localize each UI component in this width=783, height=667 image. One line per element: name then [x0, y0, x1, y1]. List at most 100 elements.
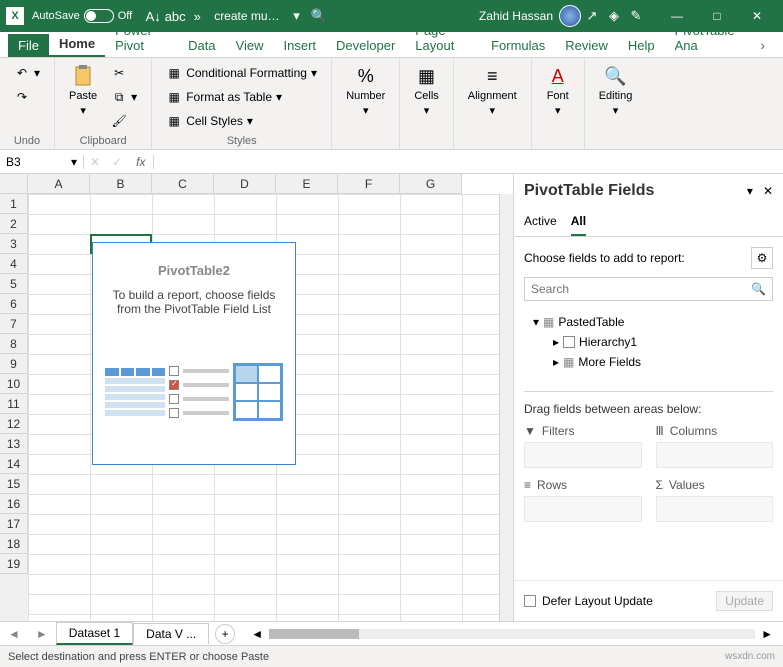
- row-header[interactable]: 19: [0, 554, 28, 574]
- gear-icon[interactable]: ⚙: [751, 247, 773, 269]
- paste-button[interactable]: Paste▾: [65, 62, 101, 119]
- tree-more-fields-node[interactable]: ▸▦More Fields: [525, 352, 772, 372]
- sheet-tab[interactable]: Dataset 1: [56, 622, 133, 645]
- row-header[interactable]: 13: [0, 434, 28, 454]
- tab-data[interactable]: Data: [178, 34, 225, 57]
- row-header[interactable]: 4: [0, 254, 28, 274]
- col-header[interactable]: F: [338, 174, 400, 194]
- row-header[interactable]: 12: [0, 414, 28, 434]
- row-header[interactable]: 7: [0, 314, 28, 334]
- panel-tab-all[interactable]: All: [571, 208, 586, 236]
- name-box[interactable]: B3▾: [0, 155, 84, 169]
- row-header[interactable]: 14: [0, 454, 28, 474]
- row-header[interactable]: 6: [0, 294, 28, 314]
- toggle-icon[interactable]: [84, 9, 114, 23]
- editing-button[interactable]: 🔍Editing▾: [595, 62, 637, 119]
- arrow-icon[interactable]: ↗: [581, 5, 603, 27]
- area-values[interactable]: ΣValues: [656, 478, 774, 522]
- row-header[interactable]: 17: [0, 514, 28, 534]
- row-header[interactable]: 2: [0, 214, 28, 234]
- overflow-icon[interactable]: »: [186, 5, 208, 27]
- document-name[interactable]: create mu…: [208, 9, 285, 23]
- select-all-corner[interactable]: [0, 174, 28, 194]
- col-header[interactable]: G: [400, 174, 462, 194]
- search-icon[interactable]: 🔍: [308, 5, 330, 27]
- diamond-icon[interactable]: ◈: [603, 5, 625, 27]
- row-header[interactable]: 16: [0, 494, 28, 514]
- checkbox[interactable]: [563, 336, 575, 348]
- sheet-nav-next[interactable]: ►: [28, 627, 56, 641]
- vertical-scrollbar[interactable]: [499, 194, 513, 621]
- cells-button[interactable]: ▦Cells▾: [410, 62, 442, 119]
- pivottable-placeholder[interactable]: PivotTable2 To build a report, choose fi…: [92, 242, 296, 465]
- cell-grid[interactable]: PivotTable2 To build a report, choose fi…: [28, 194, 499, 621]
- tree-table-node[interactable]: ▾▦PastedTable: [525, 312, 772, 332]
- cell-styles-button[interactable]: ▦Cell Styles ▾: [162, 110, 321, 132]
- tab-review[interactable]: Review: [555, 34, 618, 57]
- area-rows[interactable]: ≡Rows: [524, 478, 642, 522]
- draw-icon[interactable]: ✎: [625, 5, 647, 27]
- row-header[interactable]: 15: [0, 474, 28, 494]
- cut-button[interactable]: ✂: [107, 62, 141, 84]
- font-button[interactable]: AFont▾: [542, 62, 574, 119]
- sheet-nav-prev[interactable]: ◄: [0, 627, 28, 641]
- user-account[interactable]: Zahid Hassan: [479, 5, 581, 27]
- tab-help[interactable]: Help: [618, 34, 665, 57]
- format-as-table-button[interactable]: ▦Format as Table ▾: [162, 86, 321, 108]
- row-header[interactable]: 1: [0, 194, 28, 214]
- row-header[interactable]: 11: [0, 394, 28, 414]
- tab-power-pivot[interactable]: Power Pivot: [105, 19, 178, 57]
- search-input[interactable]: 🔍: [524, 277, 773, 301]
- tab-formulas[interactable]: Formulas: [481, 34, 555, 57]
- row-header[interactable]: 18: [0, 534, 28, 554]
- row-header[interactable]: 8: [0, 334, 28, 354]
- col-header[interactable]: B: [90, 174, 152, 194]
- row-header[interactable]: 5: [0, 274, 28, 294]
- pivottable-desc: To build a report, choose fields from th…: [103, 288, 285, 316]
- group-undo: ↶▾ ↷ Undo: [0, 58, 55, 149]
- area-filters[interactable]: ▼Filters: [524, 424, 642, 468]
- update-button[interactable]: Update: [716, 591, 773, 611]
- cancel-formula-button[interactable]: ✕: [84, 155, 106, 169]
- alignment-button[interactable]: ≡Alignment▾: [464, 62, 521, 119]
- accept-formula-button[interactable]: ✓: [106, 155, 128, 169]
- field-search[interactable]: [531, 282, 751, 296]
- panel-dropdown-icon[interactable]: ▾: [747, 184, 753, 198]
- fx-button[interactable]: fx: [128, 155, 154, 169]
- tab-file[interactable]: File: [8, 34, 49, 57]
- row-header[interactable]: 3: [0, 234, 28, 254]
- group-label: Undo: [10, 133, 44, 147]
- redo-button[interactable]: ↷: [10, 86, 44, 108]
- tab-page-layout[interactable]: Page Layout: [405, 19, 481, 57]
- number-button[interactable]: %Number▾: [342, 62, 389, 119]
- row-header[interactable]: 10: [0, 374, 28, 394]
- tab-insert[interactable]: Insert: [274, 34, 327, 57]
- col-header[interactable]: D: [214, 174, 276, 194]
- doc-dropdown-icon[interactable]: ▾: [286, 5, 308, 27]
- columns-icon: Ⅲ: [656, 424, 664, 438]
- area-columns[interactable]: ⅢColumns: [656, 424, 774, 468]
- col-header[interactable]: E: [276, 174, 338, 194]
- tab-view[interactable]: View: [226, 34, 274, 57]
- new-sheet-button[interactable]: +: [215, 624, 235, 644]
- undo-button[interactable]: ↶▾: [10, 62, 44, 84]
- horizontal-scrollbar[interactable]: ◄►: [241, 627, 783, 641]
- sheet-tab[interactable]: Data V ...: [133, 623, 209, 644]
- pivottable-name: PivotTable2: [103, 263, 285, 278]
- group-label: Clipboard: [65, 133, 141, 147]
- col-header[interactable]: C: [152, 174, 214, 194]
- col-header[interactable]: A: [28, 174, 90, 194]
- tabs-caret-icon[interactable]: ›: [750, 33, 775, 57]
- defer-checkbox[interactable]: [524, 595, 536, 607]
- defer-row: Defer Layout Update Update: [514, 580, 783, 621]
- panel-tab-active[interactable]: Active: [524, 208, 557, 236]
- row-header[interactable]: 9: [0, 354, 28, 374]
- tab-home[interactable]: Home: [49, 32, 105, 57]
- tree-hierarchy-node[interactable]: ▸Hierarchy1: [525, 332, 772, 352]
- tab-developer[interactable]: Developer: [326, 34, 405, 57]
- panel-close-icon[interactable]: ✕: [763, 184, 773, 198]
- format-painter-button[interactable]: 🖌: [107, 110, 141, 132]
- tab-pivottable-analyze[interactable]: PivotTable Ana: [665, 19, 751, 57]
- conditional-formatting-button[interactable]: ▦Conditional Formatting ▾: [162, 62, 321, 84]
- copy-button[interactable]: ⧉▾: [107, 86, 141, 108]
